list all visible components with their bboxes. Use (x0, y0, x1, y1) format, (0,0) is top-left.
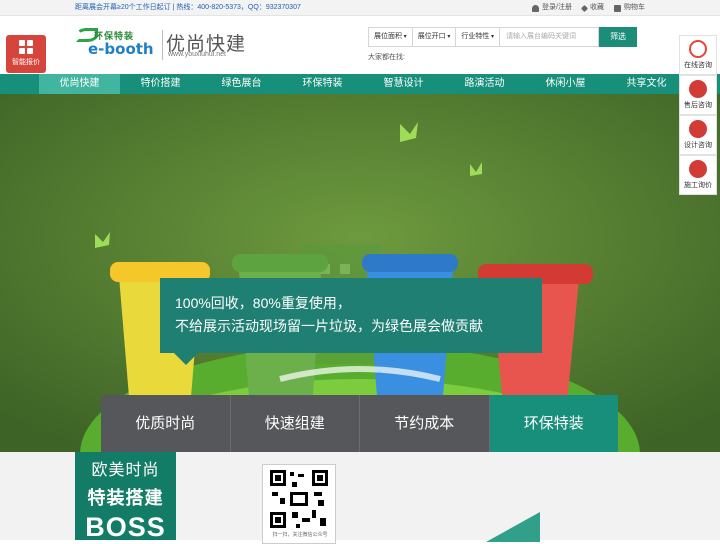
smart-quote-button[interactable]: 智能报价 (6, 35, 46, 73)
calculator-icon (19, 40, 33, 54)
agent-avatar-icon (689, 80, 707, 98)
customer-service-icon (689, 40, 707, 58)
construction-quote-button[interactable]: 施工询价 (679, 155, 717, 195)
tab-eco-build[interactable]: 环保特装 (489, 395, 618, 452)
main-nav: 优尚快建 特价搭建 绿色展台 环保特装 智慧设计 路演活动 休闲小屋 共享文化 (0, 74, 720, 94)
top-bar: 距离展会开幕≥20个工作日起订 | 热线：400-820-5373，QQ：932… (0, 0, 720, 16)
bottom-section: 欧美时尚 特装搭建 BOSS 扫一扫，关注微信公众号 (0, 452, 720, 544)
nav-item-green-booth[interactable]: 绿色展台 (201, 74, 282, 94)
tab-fast-build[interactable]: 快速组建 (230, 395, 360, 452)
nav-item-design[interactable]: 智慧设计 (363, 74, 444, 94)
filter-opening-select[interactable]: 展位开口 (411, 27, 457, 47)
hotline-info: 距离展会开幕≥20个工作日起订 | 热线：400-820-5373，QQ：932… (75, 4, 301, 11)
promo-line-3: BOSS (85, 512, 166, 542)
smart-quote-label: 智能报价 (12, 59, 40, 66)
nav-item-roadshow[interactable]: 路演活动 (444, 74, 525, 94)
cart-link[interactable]: 购物车 (614, 0, 645, 16)
user-icon (532, 4, 540, 12)
online-consult-button[interactable]: 在线咨询 (679, 35, 717, 75)
construction-quote-label: 施工询价 (684, 182, 712, 189)
after-sales-button[interactable]: 售后咨询 (679, 75, 717, 115)
decorative-shape (486, 512, 540, 542)
nav-item-youshang[interactable]: 优尚快建 (39, 74, 120, 94)
search-input[interactable]: 请输入展台编码关键词 (499, 27, 600, 47)
nav-item-cabin[interactable]: 休闲小屋 (525, 74, 606, 94)
logo[interactable]: 环保特装 e-booth 优尚快建 www.youxiuhui.net (76, 26, 251, 66)
design-consult-label: 设计咨询 (684, 142, 712, 149)
banner-slogan: 100%回收，80%重复使用， 不给展示活动现场留一片垃圾，为绿色展会做贡献 (160, 278, 542, 365)
side-consult-panel: 在线咨询 售后咨询 设计咨询 施工询价 (679, 35, 717, 195)
feature-tabs: 优质时尚 快速组建 节约成本 环保特装 (101, 395, 618, 452)
qr-caption: 扫一扫，关注微信公众号 (272, 532, 328, 538)
logo-divider (162, 30, 163, 60)
promo-line-2: 特装搭建 (87, 488, 164, 508)
wechat-qr-code: 扫一扫，关注微信公众号 (262, 464, 336, 544)
logo-brand-en: e-booth (88, 40, 154, 58)
slogan-line-1: 100%回收，80%重复使用， (175, 295, 351, 311)
filter-area-select[interactable]: 展位面积 (368, 27, 413, 47)
tab-quality[interactable]: 优质时尚 (101, 395, 231, 452)
filter-button[interactable]: 筛选 (599, 27, 638, 47)
logo-sub-en: www.youxiuhui.net (168, 51, 226, 58)
tab-save-cost[interactable]: 节约成本 (360, 395, 490, 452)
login-link[interactable]: 登录/注册 (532, 0, 572, 16)
heart-icon (580, 4, 589, 12)
after-sales-label: 售后咨询 (684, 102, 712, 109)
nav-item-culture[interactable]: 共享文化 (606, 74, 687, 94)
cart-icon (614, 4, 621, 12)
filter-industry-select[interactable]: 行业特性 (455, 27, 501, 47)
boss-promo-banner[interactable]: 欧美时尚 特装搭建 BOSS (75, 452, 176, 542)
top-links: 登录/注册 收藏 购物车 (532, 0, 645, 16)
search-bar: 展位面积 展位开口 行业特性 请输入展台编码关键词 筛选 (368, 27, 638, 47)
agent-avatar-icon (689, 120, 707, 138)
favorite-link[interactable]: 收藏 (580, 0, 604, 16)
nav-item-special[interactable]: 特价搭建 (120, 74, 201, 94)
design-consult-button[interactable]: 设计咨询 (679, 115, 717, 155)
nav-item-eco[interactable]: 环保特装 (282, 74, 363, 94)
promo-line-1: 欧美时尚 (91, 462, 160, 479)
hot-searches-label: 大家都在找: (368, 54, 405, 61)
qr-code-icon (268, 468, 330, 530)
agent-avatar-icon (689, 160, 707, 178)
slogan-line-2: 不给展示活动现场留一片垃圾，为绿色展会做贡献 (175, 318, 483, 334)
online-consult-label: 在线咨询 (684, 62, 712, 69)
